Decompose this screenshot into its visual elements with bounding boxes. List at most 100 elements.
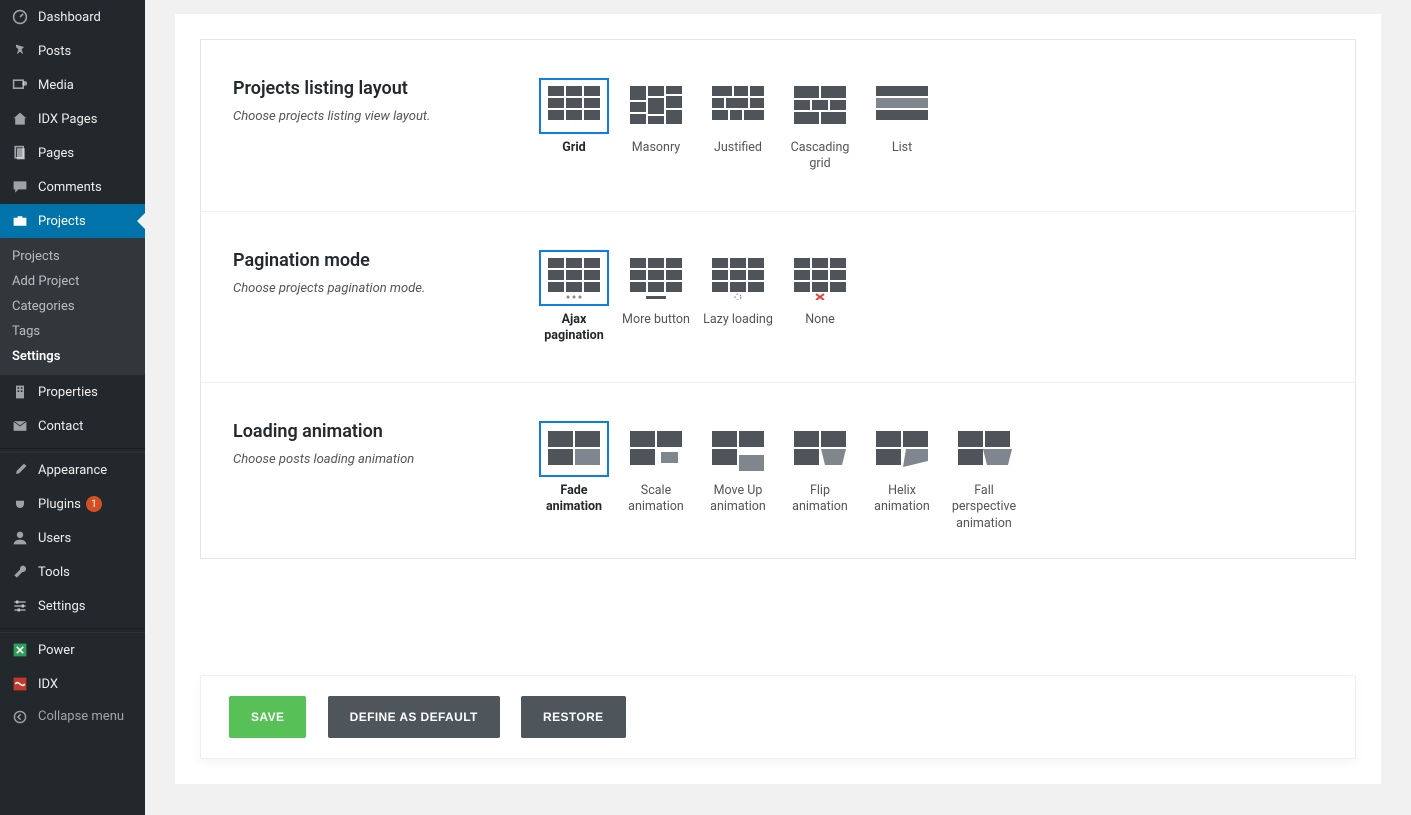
option-thumbnail	[785, 421, 855, 477]
sidebar-item-dashboard[interactable]: Dashboard	[0, 0, 145, 34]
option-grid[interactable]: Grid	[539, 78, 609, 173]
sidebar-item-projects[interactable]: Projects	[0, 204, 145, 238]
brush-icon	[10, 461, 30, 479]
sidebar-item-comments[interactable]: Comments	[0, 170, 145, 204]
idx-icon	[10, 675, 30, 693]
define-default-button[interactable]: DEFINE AS DEFAULT	[328, 696, 500, 738]
option-label: Move Up animation	[703, 483, 773, 516]
setting-row-projects-listing-layout: Projects listing layout Choose projects l…	[201, 40, 1355, 212]
sidebar-item-contact[interactable]: Contact	[0, 409, 145, 443]
portfolio-icon	[10, 212, 30, 230]
option-label: Cascading grid	[785, 140, 855, 173]
wrench-icon	[10, 563, 30, 581]
building-icon	[10, 383, 30, 401]
settings-scroll-area[interactable]: Projects listing layout Choose projects l…	[201, 40, 1355, 558]
option-justified[interactable]: Justified	[703, 78, 773, 173]
sidebar-item-label: Contact	[38, 419, 83, 434]
submenu-item-categories[interactable]: Categories	[0, 294, 145, 319]
option-label: Fade animation	[539, 483, 609, 516]
option-scale-animation[interactable]: Scale animation	[621, 421, 691, 532]
collapse-menu[interactable]: Collapse menu	[0, 701, 145, 732]
setting-description: Choose posts loading animation	[233, 452, 519, 467]
comment-icon	[10, 178, 30, 196]
option-fade-animation[interactable]: Fade animation	[539, 421, 609, 532]
submenu-item-add-project[interactable]: Add Project	[0, 269, 145, 294]
setting-label: Loading animationChoose posts loading an…	[233, 421, 539, 532]
option-cascading-grid[interactable]: Cascading grid	[785, 78, 855, 173]
admin-sidebar: Dashboard Posts Media IDX Pages Pages Comment…	[0, 0, 145, 815]
option-thumbnail	[539, 250, 609, 306]
option-label: More button	[621, 312, 691, 328]
option-thumbnail	[539, 421, 609, 477]
option-thumbnail	[703, 421, 773, 477]
option-label: Grid	[539, 140, 609, 156]
pin-icon	[10, 42, 30, 60]
option-thumbnail	[703, 250, 773, 306]
restore-button[interactable]: RESTORE	[521, 696, 626, 738]
sidebar-item-label: Media	[38, 78, 74, 93]
save-button[interactable]: SAVE	[229, 696, 306, 738]
setting-options: Fade animation Scale animation Move Up ani…	[539, 421, 1339, 532]
user-icon	[10, 529, 30, 547]
option-masonry[interactable]: Masonry	[621, 78, 691, 173]
sidebar-item-appearance[interactable]: Appearance	[0, 453, 145, 487]
sidebar-item-label: IDX	[38, 677, 58, 692]
option-label: Helix animation	[867, 483, 937, 516]
sidebar-item-media[interactable]: Media	[0, 68, 145, 102]
submenu-item-settings[interactable]: Settings	[0, 344, 145, 369]
option-label: Masonry	[621, 140, 691, 156]
sidebar-item-power[interactable]: Power	[0, 633, 145, 667]
option-lazy-loading[interactable]: Lazy loading	[703, 250, 773, 345]
option-fall-perspective-animation[interactable]: Fall perspective animation	[949, 421, 1019, 532]
sidebar-item-properties[interactable]: Properties	[0, 375, 145, 409]
sidebar-item-settings[interactable]: Settings	[0, 589, 145, 623]
option-flip-animation[interactable]: Flip animation	[785, 421, 855, 532]
submenu-item-projects[interactable]: Projects	[0, 244, 145, 269]
option-thumbnail	[785, 78, 855, 134]
main-content: Projects listing layout Choose projects l…	[145, 0, 1411, 815]
option-label: Justified	[703, 140, 773, 156]
option-thumbnail	[621, 421, 691, 477]
setting-options: Ajax pagination More button Lazy loadingNo…	[539, 250, 1339, 345]
plug-icon	[10, 495, 30, 513]
option-thumbnail	[621, 250, 691, 306]
option-more-button[interactable]: More button	[621, 250, 691, 345]
setting-title: Projects listing layout	[233, 78, 519, 99]
dashboard-icon	[10, 8, 30, 26]
sliders-icon	[10, 597, 30, 615]
collapse-icon	[10, 710, 30, 724]
media-icon	[10, 76, 30, 94]
mail-icon	[10, 417, 30, 435]
option-thumbnail	[539, 78, 609, 134]
setting-label: Projects listing layout Choose projects l…	[233, 78, 539, 173]
sidebar-item-idx[interactable]: IDX	[0, 667, 145, 701]
sidebar-item-users[interactable]: Users	[0, 521, 145, 555]
sidebar-item-idx-pages[interactable]: IDX Pages	[0, 102, 145, 136]
sidebar-item-tools[interactable]: Tools	[0, 555, 145, 589]
option-none[interactable]: None	[785, 250, 855, 345]
option-label: Fall perspective animation	[949, 483, 1019, 532]
setting-description: Choose projects listing view layout.	[233, 109, 519, 124]
sidebar-item-label: Users	[38, 531, 71, 546]
sidebar-item-plugins[interactable]: Plugins1	[0, 487, 145, 521]
option-list[interactable]: List	[867, 78, 937, 173]
home-icon	[10, 110, 30, 128]
sidebar-item-label: Dashboard	[38, 10, 101, 25]
update-badge: 1	[86, 496, 102, 512]
sidebar-item-label: Projects	[38, 214, 86, 229]
sidebar-item-label: Pages	[38, 146, 74, 161]
option-move-up-animation[interactable]: Move Up animation	[703, 421, 773, 532]
sidebar-item-label: Properties	[38, 385, 98, 400]
setting-title: Pagination mode	[233, 250, 519, 271]
sidebar-item-pages[interactable]: Pages	[0, 136, 145, 170]
power-icon	[10, 641, 30, 659]
sidebar-item-label: Settings	[38, 599, 85, 614]
option-helix-animation[interactable]: Helix animation	[867, 421, 937, 532]
sidebar-item-label: Tools	[38, 565, 70, 580]
submenu-item-tags[interactable]: Tags	[0, 319, 145, 344]
sidebar-item-posts[interactable]: Posts	[0, 34, 145, 68]
option-ajax-pagination[interactable]: Ajax pagination	[539, 250, 609, 345]
setting-label: Pagination modeChoose projects paginatio…	[233, 250, 539, 345]
option-thumbnail	[867, 421, 937, 477]
option-label: Ajax pagination	[539, 312, 609, 345]
